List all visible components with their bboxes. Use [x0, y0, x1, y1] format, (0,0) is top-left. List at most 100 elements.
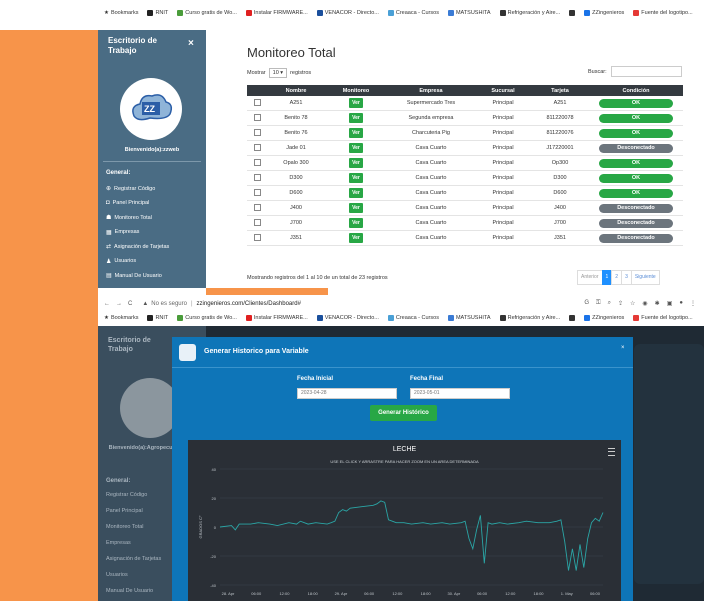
ver-button[interactable]: Ver	[349, 98, 363, 108]
sidebar-item[interactable]: ☗ Monitoreo Total	[106, 214, 152, 222]
pagination-prev[interactable]: Anterior	[577, 270, 603, 285]
ver-button[interactable]: Ver	[349, 173, 363, 183]
ver-button[interactable]: Ver	[349, 188, 363, 198]
column-header[interactable]: Sucursal	[475, 85, 531, 96]
cell-monitoreo: Ver	[325, 215, 387, 231]
row-checkbox[interactable]	[253, 233, 261, 241]
dashboard-sidebar-item[interactable]: Manual De Usuario	[106, 588, 153, 594]
sidebar-item[interactable]: ◘ Panel Principal	[106, 200, 149, 206]
bookmark-item[interactable]: MATSUSHITA	[447, 315, 491, 321]
row-checkbox[interactable]	[253, 203, 261, 211]
sidebar-item[interactable]: ▦ Empresas	[106, 229, 139, 236]
sidebar-item[interactable]: ▤ Manual De Usuario	[106, 272, 162, 280]
bookmark-icon	[387, 315, 394, 321]
bookmark-label: Creaaca - Cursos	[395, 315, 439, 321]
end-date-input[interactable]: 2023-05-01	[410, 388, 510, 399]
bookmark-item[interactable]: VENACOR - Directo...	[316, 10, 379, 16]
bookmark-item[interactable]: Fuente del logotipo...	[633, 315, 693, 321]
ver-button[interactable]: Ver	[349, 158, 363, 168]
page-length-select[interactable]: 10 ▾	[268, 68, 288, 78]
ver-button[interactable]: Ver	[349, 233, 363, 243]
x-tick-label: 18:00	[421, 591, 432, 596]
bookmark-label: Fuente del logotipo...	[641, 10, 693, 16]
ver-button[interactable]: Ver	[349, 203, 363, 213]
column-header[interactable]: Monitoreo	[325, 85, 387, 96]
sidebar-item[interactable]: ♟ Usuarios	[106, 258, 136, 265]
search-input[interactable]	[611, 66, 682, 77]
forward-icon[interactable]: →	[116, 301, 122, 307]
bookmark-item[interactable]: MATSUSHITA	[447, 10, 491, 16]
bookmark-label: Refrigeración y Aire...	[507, 315, 561, 321]
ver-button[interactable]: Ver	[349, 218, 363, 228]
cell-tarjeta: D600	[531, 185, 589, 201]
bookmark-item[interactable]: VENACOR - Directo...	[316, 315, 379, 321]
bookmark-item[interactable]: Refrigeración y Aire...	[499, 315, 561, 321]
pagination-next[interactable]: Siguiente	[630, 270, 660, 285]
bookmark-item[interactable]: Creaaca - Cursos	[387, 315, 439, 321]
row-checkbox[interactable]	[253, 218, 261, 226]
dashboard-sidebar-item[interactable]: Usuarios	[106, 572, 128, 578]
column-header[interactable]: Nombre	[267, 85, 325, 96]
bookmark-item[interactable]: Creaaca - Cursos	[387, 10, 439, 16]
dashboard-sidebar-item[interactable]: Panel Principal	[106, 508, 143, 514]
zoom-icon[interactable]: ⌕	[608, 300, 611, 307]
extension-icon[interactable]: ◉	[642, 300, 647, 307]
bookmark-icon	[447, 315, 454, 321]
ver-button[interactable]: Ver	[349, 128, 363, 138]
bookmark-item[interactable]: Instalar FIRMWARE...	[245, 315, 308, 321]
bookmark-item[interactable]: Fuente del logotipo...	[633, 10, 693, 16]
modal-header: Generar Historico para Variable ×	[172, 337, 633, 367]
column-header[interactable]: Condición	[589, 85, 683, 96]
sidebar-item-label: Panel Principal	[112, 199, 150, 206]
status-badge: OK	[599, 173, 673, 183]
share-icon[interactable]: ⇪	[618, 300, 623, 307]
bookmark-item[interactable]	[569, 10, 576, 16]
column-header[interactable]: Empresa	[387, 85, 475, 96]
key-icon[interactable]: ⚿	[596, 300, 601, 307]
translate-icon[interactable]: G	[584, 300, 589, 307]
row-checkbox[interactable]	[253, 173, 261, 181]
bookmark-item[interactable]: Instalar FIRMWARE...	[245, 10, 308, 16]
menu-icon[interactable]: ⋮	[690, 300, 696, 307]
puzzle-icon[interactable]: ✱	[655, 300, 660, 307]
bookmark-item[interactable]: ZZingenieros	[584, 10, 624, 16]
row-checkbox[interactable]	[253, 98, 261, 106]
ver-button[interactable]: Ver	[349, 113, 363, 123]
row-checkbox[interactable]	[253, 158, 261, 166]
row-checkbox-cell	[247, 185, 267, 201]
bookmark-item[interactable]: Curso gratis de Wo...	[177, 315, 237, 321]
ver-button[interactable]: Ver	[349, 143, 363, 153]
generate-historic-button[interactable]: Generar Histórico	[370, 405, 437, 421]
cell-tarjeta: A251	[531, 96, 589, 111]
url-bar[interactable]: zzingenieros.com/Clientes/Dashboard#	[197, 301, 301, 307]
reload-icon[interactable]: C	[128, 301, 132, 307]
bookmark-item[interactable]: ★ Bookmarks	[104, 315, 138, 321]
dashboard-sidebar-item[interactable]: Empresas	[106, 540, 131, 546]
window-icon[interactable]: ▣	[667, 300, 673, 307]
bookmark-label: Instalar FIRMWARE...	[253, 315, 308, 321]
column-header[interactable]: Tarjeta	[531, 85, 589, 96]
bookmark-item[interactable]: Curso gratis de Wo...	[177, 10, 237, 16]
close-icon[interactable]: ×	[188, 38, 194, 49]
sidebar-item[interactable]: ⊕ Registrar Código	[106, 185, 155, 193]
row-checkbox[interactable]	[253, 188, 261, 196]
star-icon[interactable]: ☆	[630, 300, 635, 307]
bookmark-item[interactable]: Refrigeración y Aire...	[499, 10, 560, 16]
bookmark-item[interactable]: ZZingenieros	[584, 315, 624, 321]
row-checkbox[interactable]	[253, 113, 261, 121]
column-header[interactable]	[247, 85, 267, 96]
profile-icon[interactable]: ●	[679, 300, 683, 307]
dashboard-sidebar-item[interactable]: Registrar Código	[106, 492, 147, 498]
bookmark-item[interactable]: RNIT	[147, 315, 168, 321]
row-checkbox[interactable]	[253, 143, 261, 151]
row-checkbox[interactable]	[253, 128, 261, 136]
start-date-input[interactable]: 2023-04-28	[297, 388, 397, 399]
bookmark-item[interactable]: RNIT	[147, 10, 168, 16]
close-icon[interactable]: ×	[621, 345, 625, 351]
back-icon[interactable]: ←	[104, 301, 110, 307]
dashboard-sidebar-item[interactable]: Monitoreo Total	[106, 524, 144, 530]
bookmark-item[interactable]: ★ Bookmarks	[104, 10, 138, 16]
bookmark-item[interactable]	[569, 315, 576, 321]
sidebar-item[interactable]: ⇄ Asignación de Tarjetas	[106, 243, 169, 251]
dashboard-sidebar-item[interactable]: Asignación de Tarjetas	[106, 556, 161, 562]
